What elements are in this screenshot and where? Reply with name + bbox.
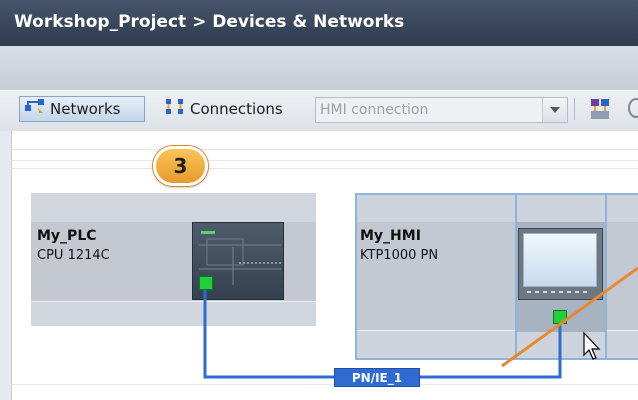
step-badge: 3 <box>153 146 208 186</box>
connection-overlay <box>203 266 638 379</box>
annotation-line <box>501 266 638 368</box>
network-label[interactable]: PN/IE_1 <box>334 368 420 387</box>
cursor-icon <box>583 331 601 360</box>
